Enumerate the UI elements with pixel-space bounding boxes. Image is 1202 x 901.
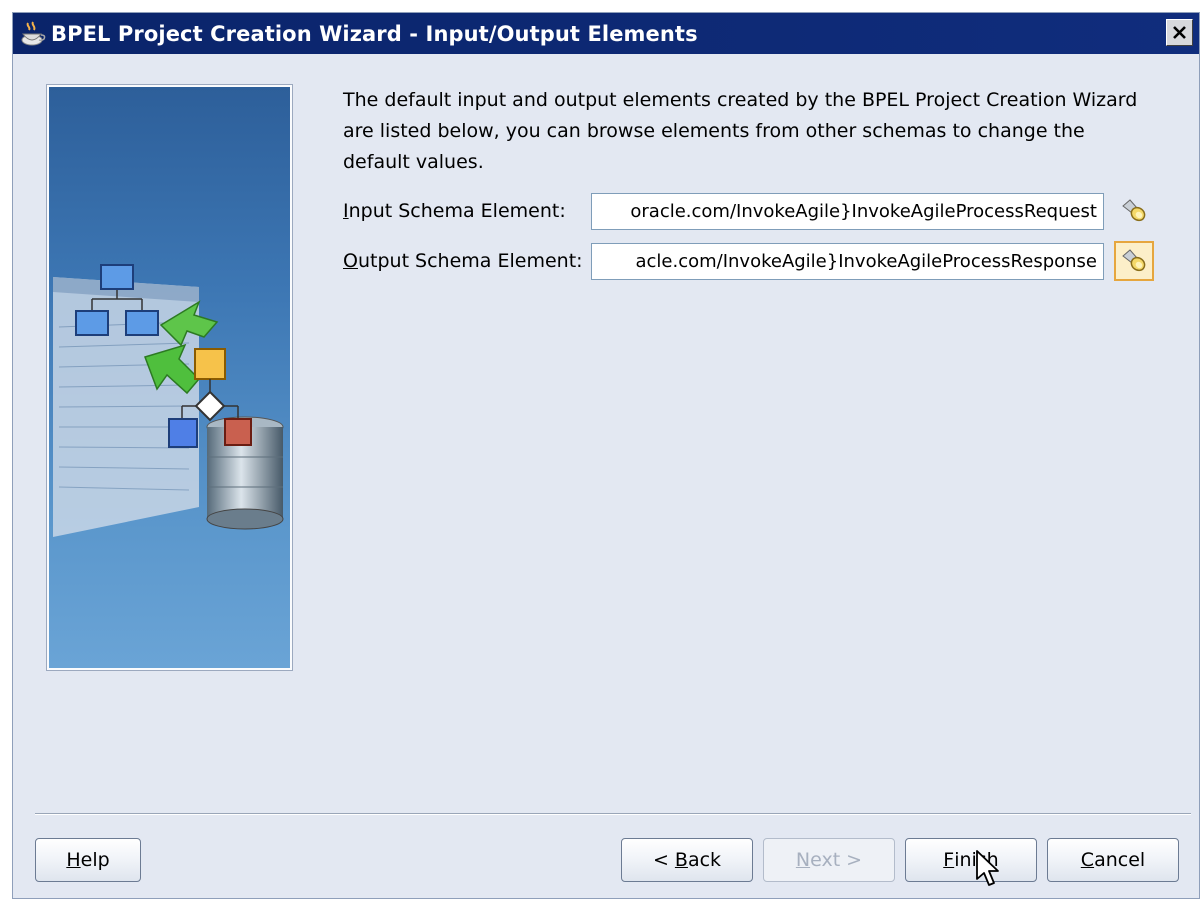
help-button[interactable]: Help (35, 838, 141, 882)
output-schema-field[interactable]: acle.com/InvokeAgile}InvokeAgileProcessR… (591, 242, 1104, 280)
input-schema-row: Input Schema Element: oracle.com/InvokeA… (343, 191, 1154, 231)
button-separator (35, 813, 1191, 815)
window-title: BPEL Project Creation Wizard - Input/Out… (51, 21, 698, 46)
cancel-button[interactable]: Cancel (1047, 838, 1179, 882)
wizard-side-image (46, 84, 293, 671)
close-icon (1173, 26, 1186, 39)
output-schema-label: Output Schema Element: (343, 250, 583, 272)
input-schema-browse-button[interactable] (1114, 191, 1154, 231)
output-schema-row: Output Schema Element: acle.com/InvokeAg… (343, 241, 1154, 281)
close-button[interactable] (1166, 19, 1193, 46)
input-schema-field[interactable]: oracle.com/InvokeAgile}InvokeAgileProces… (591, 192, 1104, 230)
input-schema-label: Input Schema Element: (343, 200, 566, 222)
title-bar[interactable]: BPEL Project Creation Wizard - Input/Out… (13, 13, 1199, 54)
coffee-cup-icon (19, 20, 47, 48)
flashlight-icon (1122, 199, 1146, 222)
back-button[interactable]: < Back (621, 838, 753, 882)
next-button[interactable]: Next > (763, 838, 895, 882)
wizard-window: BPEL Project Creation Wizard - Input/Out… (12, 12, 1200, 899)
wizard-description: The default input and output elements cr… (343, 89, 1138, 173)
flashlight-icon (1122, 249, 1146, 272)
output-schema-browse-button[interactable] (1114, 241, 1154, 281)
finish-button[interactable]: Finish (905, 838, 1037, 882)
